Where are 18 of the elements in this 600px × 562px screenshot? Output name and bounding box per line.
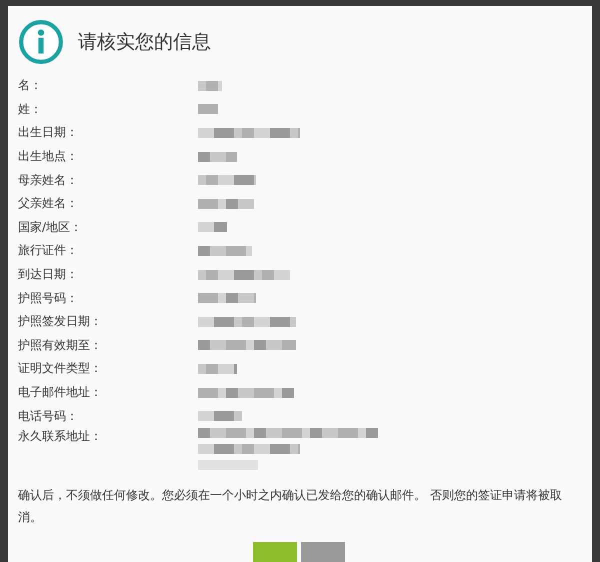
- field-label: 出生地点：: [18, 148, 79, 166]
- field-label: 永久联系地址：: [18, 428, 103, 445]
- field-label: 姓：: [18, 100, 43, 118]
- dialog-title: 请核实您的信息: [78, 30, 211, 55]
- field-label: 护照签发日期：: [18, 313, 103, 330]
- field-label: 证明文件类型：: [18, 360, 103, 378]
- field-label: 护照号码：: [18, 290, 79, 307]
- notice-text: 确认后，不须做任何修改。您必须在一个小时之内确认已发给您的确认邮件。 否则您的签证申请将被取消。: [18, 486, 563, 526]
- field-label: 名：: [18, 77, 43, 94]
- field-label: 电话号码：: [18, 408, 79, 425]
- field-label: 到达日期：: [18, 266, 79, 284]
- field-label: 护照有效期至：: [18, 336, 103, 354]
- field-label: 电子邮件地址：: [18, 384, 103, 402]
- field-label: 旅行证件：: [18, 242, 79, 260]
- field-label: 出生日期：: [18, 124, 79, 142]
- field-label: 母亲姓名：: [18, 172, 79, 189]
- field-label: 国家/地区：: [18, 218, 84, 236]
- field-label: 父亲姓名：: [18, 195, 79, 212]
